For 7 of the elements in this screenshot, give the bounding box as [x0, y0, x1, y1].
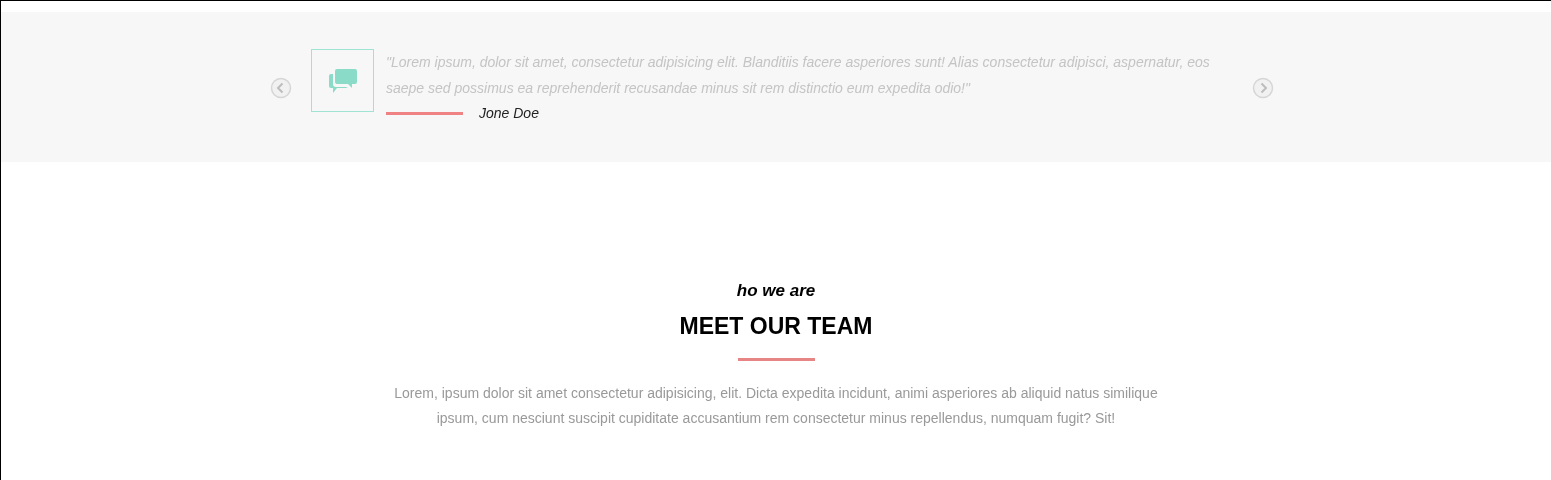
author-name: Jone Doe — [479, 105, 539, 121]
section-description: Lorem, ipsum dolor sit amet consectetur adipisicing, elit. Dicta expedita incidunt, animi asperiores ab aliquid natus similique ipsum, cum nesciunt suscipit cupiditate accusantium rem consectetur minus repellendus, numquam fugit? Sit! — [393, 384, 1159, 428]
chat-bubbles-icon — [328, 67, 357, 94]
section-title: MEET OUR TEAM — [679, 313, 873, 340]
next-arrow-button[interactable] — [1252, 77, 1274, 99]
section-kicker: ho we are — [736, 281, 816, 301]
prev-arrow-button[interactable] — [270, 77, 292, 99]
